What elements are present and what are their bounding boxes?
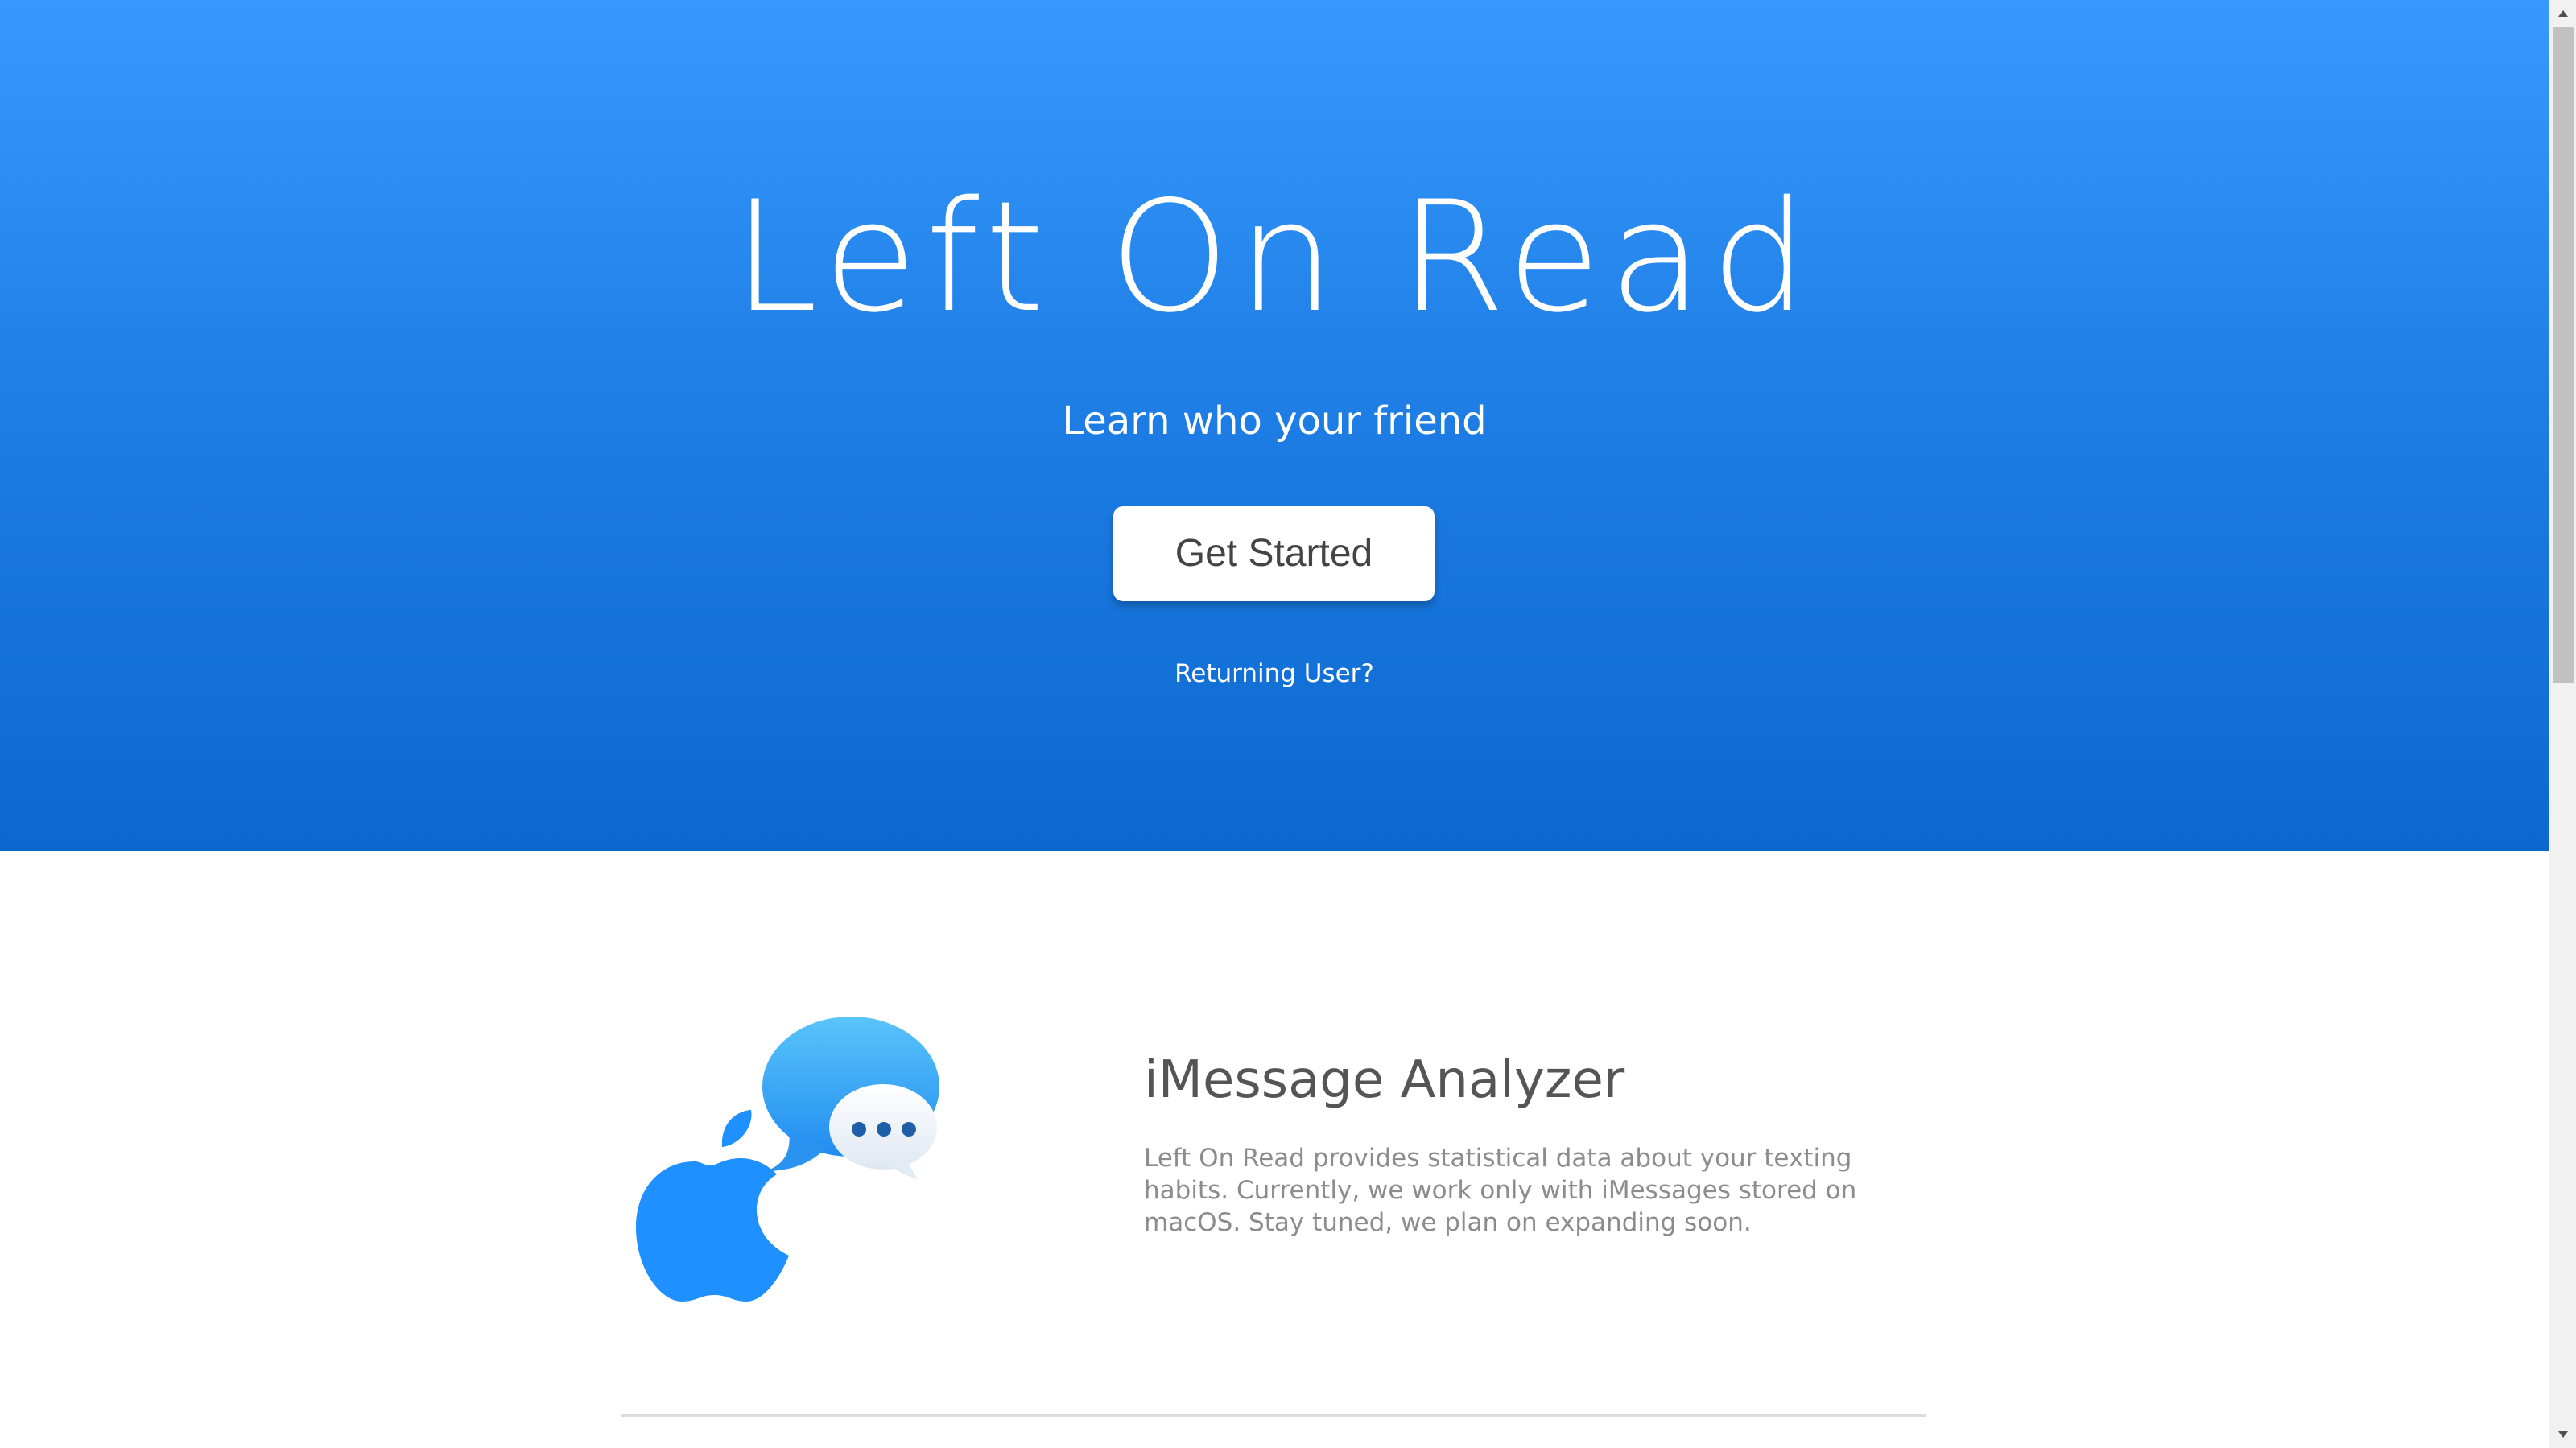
hero-subtitle: Learn who your friend xyxy=(1062,398,1487,443)
apple-imessage-icon xyxy=(616,1010,946,1308)
section-divider xyxy=(621,1414,1926,1417)
feature-description: Left On Read provides statistical data a… xyxy=(1144,1144,1857,1237)
scroll-up-arrow-icon[interactable] xyxy=(2549,2,2576,26)
get-started-button[interactable]: Get Started xyxy=(1113,506,1435,601)
page: Left On Read Learn who your friend Get S… xyxy=(0,0,2576,1448)
vertical-scrollbar[interactable] xyxy=(2549,0,2576,1448)
returning-user-link[interactable]: Returning User? xyxy=(0,654,2549,694)
hero-section: Left On Read Learn who your friend Get S… xyxy=(0,0,2549,851)
viewport: Left On Read Learn who your friend Get S… xyxy=(0,0,2549,1448)
scroll-down-arrow-icon[interactable] xyxy=(2549,1422,2576,1446)
hero-title: Left On Read xyxy=(733,168,1816,346)
feature-title: iMessage Analyzer xyxy=(1144,1050,1625,1110)
scrollbar-thumb[interactable] xyxy=(2553,27,2574,683)
